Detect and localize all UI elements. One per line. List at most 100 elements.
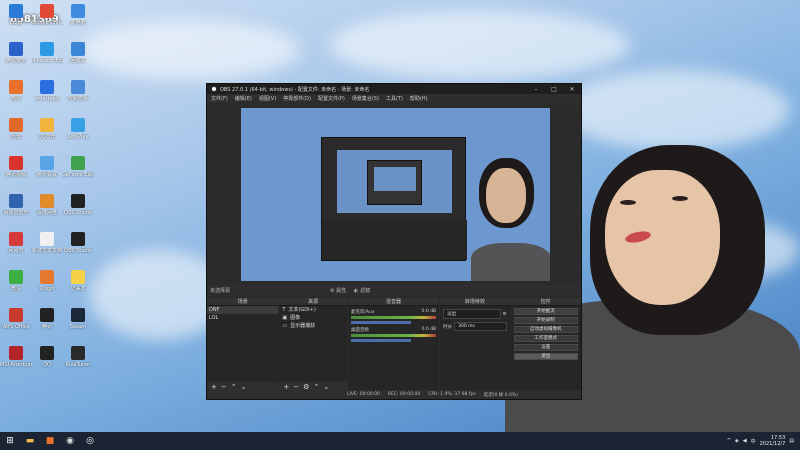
desktop-icon[interactable]: smartpad (31, 80, 63, 102)
wallpaper-person-eye (672, 196, 688, 201)
duration-input[interactable]: 300 ms (454, 322, 507, 331)
tray-arrow-icon[interactable]: ^ (727, 438, 731, 444)
desktop-icon[interactable]: 回收站 (62, 42, 94, 64)
input-language[interactable]: 中 (751, 438, 756, 445)
desktop-icon[interactable]: 微信 (0, 80, 32, 102)
desktop-icon[interactable]: GeForce Experience (62, 156, 94, 178)
app-icon (71, 308, 85, 322)
volume-slider[interactable] (350, 339, 411, 342)
menu-file[interactable]: 文件(F) (211, 95, 228, 102)
chrome-icon[interactable]: ◉ (60, 432, 80, 450)
transition-select[interactable]: 淡出 (443, 309, 501, 319)
app-icon (71, 42, 85, 56)
properties-button[interactable]: ⚙ 属性 (330, 287, 346, 294)
desktop-icon[interactable]: WPS Office (0, 308, 32, 330)
cloud (330, 10, 630, 80)
menu-view[interactable]: 视图(V) (259, 95, 276, 102)
desktop-icon[interactable]: OBS Studio (62, 194, 94, 216)
source-item-label: 文本(GDI+) (288, 307, 316, 313)
monitor-icon: ▭ (282, 323, 288, 329)
desktop-icon[interactable]: 网易云音乐 (0, 194, 32, 216)
obs-preview[interactable] (241, 108, 550, 281)
duration-label: 时长 (443, 324, 453, 330)
source-item[interactable]: ▣ 图像 (279, 314, 346, 322)
desktop-icon[interactable]: 控制面板 (62, 80, 94, 102)
desktop-icon[interactable]: MSI Afterburner (0, 346, 32, 368)
nested-docks (322, 220, 467, 260)
network-icon[interactable]: ◈ (735, 438, 739, 444)
menu-scene-collection[interactable]: 场景集合(S) (352, 95, 379, 102)
desktop-icon[interactable]: 网易云 (0, 232, 32, 254)
desktop-icon-label: WPS Office (2, 324, 30, 330)
taskbar: ⊞ ▬ ■ ◉ ◎ ^ ◈ ◀ 中 17:53 2021/12/7 ▤ (0, 432, 800, 450)
minimize-icon[interactable]: – (527, 86, 545, 93)
obs-window[interactable]: OBS 27.0.1 (64-bit, windows) - 配置文件: 未命名… (206, 83, 582, 400)
volume-icon[interactable]: ◀ (743, 438, 747, 444)
menu-help[interactable]: 帮助(H) (410, 95, 428, 102)
start-recording-button[interactable]: 开始录制 (513, 317, 578, 324)
desktop-icon[interactable]: QQ音乐 (31, 118, 63, 140)
windows-start-icon[interactable]: ⊞ (0, 432, 20, 450)
notification-icon[interactable]: ▤ (789, 438, 794, 444)
source-item[interactable]: ▭ 显示器捕获 (279, 322, 346, 330)
desktop-icon[interactable]: 记事本 (62, 270, 94, 292)
desktop-icon[interactable]: 腾讯安全 (0, 42, 32, 64)
rec-time: REC: 00:00:00 (387, 392, 421, 397)
app-icon (40, 270, 54, 284)
menu-tools[interactable]: 工具(T) (386, 95, 403, 102)
scene-item[interactable]: LOL (207, 314, 278, 322)
obs-taskbar-icon[interactable]: ◎ (80, 432, 100, 450)
volume-slider[interactable] (350, 321, 411, 324)
desktop-icon[interactable]: 此电脑 (62, 4, 94, 26)
desktop-icon[interactable]: Edge (0, 4, 32, 26)
app-icon (71, 270, 85, 284)
obs-title-bar[interactable]: OBS 27.0.1 (64-bit, windows) - 配置文件: 未命名… (207, 84, 581, 94)
filters-button[interactable]: ◐ 滤镜 (354, 287, 370, 294)
desktop-icon[interactable]: 腾讯 (31, 308, 63, 330)
app-icon (40, 80, 54, 94)
desktop-icon[interactable]: 百度网盘 (31, 194, 63, 216)
studio-mode-button[interactable]: 工作室模式 (513, 335, 578, 342)
desktop-icon-label: 网易云音乐 (3, 210, 29, 216)
start-streaming-button[interactable]: 开始推流 (513, 308, 578, 315)
scene-item[interactable]: DNF (207, 306, 279, 314)
exit-button[interactable]: 退出 (513, 353, 578, 360)
desktop-icon[interactable]: LetsPlay (62, 118, 94, 140)
filters-label: 滤镜 (360, 288, 371, 294)
menu-profile[interactable]: 配置文件(P) (318, 95, 345, 102)
nested-obs-window (321, 137, 467, 261)
gear-icon[interactable]: ⚙ (503, 312, 507, 317)
app-icon (40, 118, 54, 132)
desktop-icon[interactable]: OBS Studio (62, 232, 94, 254)
desktop-icon-label: 微信 (10, 286, 21, 292)
file-explorer-icon[interactable]: ▬ (20, 432, 40, 450)
desktop-icon[interactable]: 腾讯视频 (0, 156, 32, 178)
desktop-icon-label: Steam (69, 324, 87, 330)
desktop-icon[interactable]: Google Chrome (31, 4, 63, 26)
source-item[interactable]: T 文本(GDI+) (279, 306, 346, 314)
desktop-icon-label: 新建文本文档 (31, 248, 62, 254)
menu-edit[interactable]: 编辑(E) (235, 95, 252, 102)
settings-button[interactable]: 设置 (513, 344, 578, 351)
volume-meter (350, 334, 437, 337)
maximize-icon[interactable]: □ (545, 86, 563, 93)
start-virtual-camera-button[interactable]: 启动虚拟摄像机 (513, 326, 578, 333)
menu-docks[interactable]: 停靠部件(D) (283, 95, 311, 102)
desktop-icon[interactable]: QQ (31, 346, 63, 368)
clock[interactable]: 17:53 2021/12/7 (760, 435, 786, 447)
desktop-icon[interactable]: Microsoft Edge (31, 42, 63, 64)
desktop-icon[interactable]: 微信 (0, 270, 32, 292)
desktop-icon-label: 记事本 (70, 286, 86, 292)
app-icon[interactable]: ■ (40, 432, 60, 450)
desktop-icon[interactable]: RivaTuner (62, 346, 94, 368)
close-icon[interactable]: ✕ (563, 86, 581, 93)
mixer-channel-level: 0.0 dB (421, 309, 437, 314)
desktop-icon[interactable]: Steam (62, 308, 94, 330)
system-tray: ^ ◈ ◀ 中 17:53 2021/12/7 ▤ (727, 435, 800, 447)
desktop-icon[interactable]: 迅雷 (0, 118, 32, 140)
desktop-icon[interactable]: Origin (31, 270, 63, 292)
desktop-icon[interactable]: 腾讯会议 (31, 156, 63, 178)
mixer-dock-header: 混音器 (347, 298, 440, 306)
nested-inner-preview (374, 167, 416, 191)
desktop-icon[interactable]: 新建文本文档 (31, 232, 63, 254)
